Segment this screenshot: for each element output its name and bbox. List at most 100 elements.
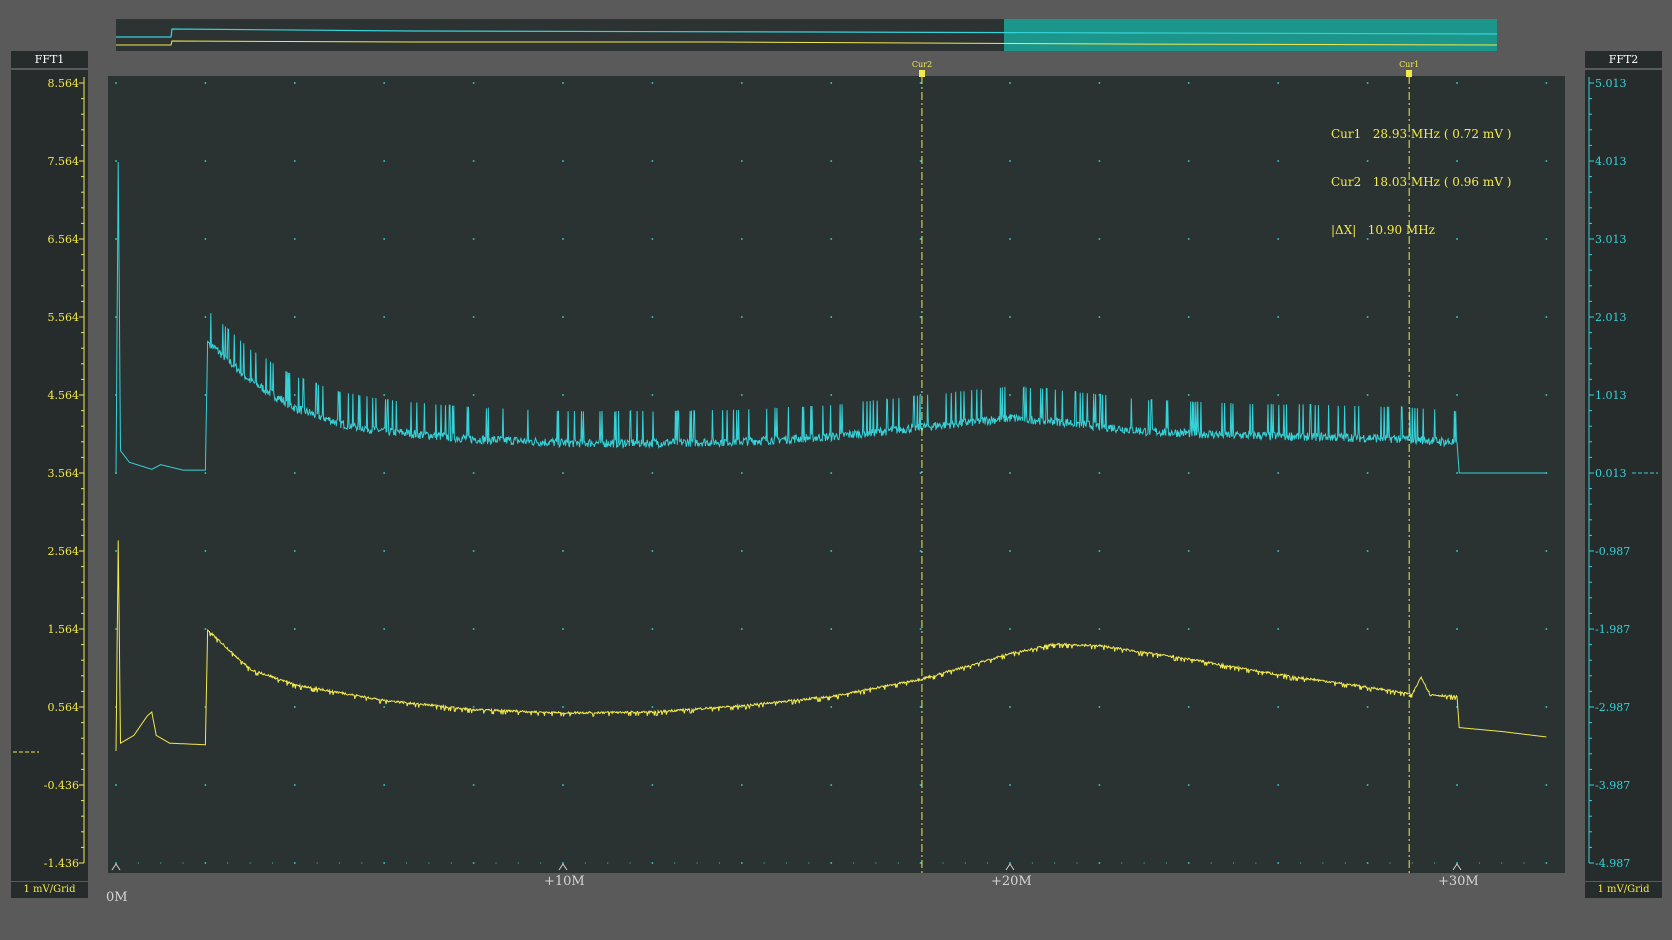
grid-dot [1277,82,1280,84]
grid-dot [830,82,833,84]
grid-dot [1009,628,1011,630]
grid-dot [293,238,296,240]
delta-x-value: 10.90 MHz [1367,223,1435,237]
grid-dot [1344,862,1346,864]
grid-dot [1545,238,1548,240]
cur2-cursor-handle[interactable] [918,70,925,77]
grid-dot [562,238,564,240]
grid-dot [293,394,296,396]
axis-tick-label: 5.013 [1595,77,1627,90]
grid-dot [1456,82,1458,84]
grid-dot [1121,862,1123,864]
delta-x-name: |ΔX| [1331,223,1357,237]
grid-dot [740,238,743,240]
axis-tick-label: -0.987 [1595,545,1630,558]
grid-dot [1366,628,1369,630]
grid-dot [1545,706,1548,708]
axis-tick-label: -4.987 [1595,857,1630,870]
grid-dot [338,862,341,864]
overview-visible-window[interactable] [1004,19,1497,51]
grid-dot [249,862,251,864]
grid-dot [204,472,207,474]
grid-dot [1098,82,1101,84]
grid-dot [562,160,564,162]
grid-dot [1187,706,1190,708]
grid-dot [293,472,296,474]
grid-dot [740,628,743,630]
grid-dot [472,784,475,786]
grid-dot [204,82,207,84]
grid-dot [1523,862,1525,864]
grid-dot [651,316,654,318]
axis-tick-label: -1.436 [44,857,79,870]
grid-dot [651,82,654,84]
grid-dot [1098,550,1101,552]
grid-dot [629,862,631,864]
grid-dot [674,862,676,864]
cur2-cursor-tag[interactable]: Cur2 [910,60,934,69]
fft1-scale-label[interactable]: 1 mV/Grid [11,882,88,898]
grid-dot [472,316,475,318]
grid-dot [740,316,743,318]
fft1-axis-panel: 8.564 7.564 6.564 5.564 4.564 3.564 2.564 1.564… [11,70,88,881]
grid-dot [1434,862,1436,864]
cur2-value: ( 0.96 mV ) [1443,175,1512,189]
grid-dot [1009,784,1011,786]
x-label-30m: +30M [1438,874,1479,889]
grid-dot [1232,862,1235,864]
grid-dot [830,784,833,786]
grid-dot [562,706,564,708]
grid-dot [919,238,922,240]
grid-dot [316,862,318,864]
axis-tick-label: 0.564 [48,701,80,714]
grid-dot [137,862,139,864]
grid-dot [204,862,206,864]
grid-dot [1165,862,1168,864]
grid-dot [472,82,475,84]
cur1-cursor-tag[interactable]: Cur1 [1397,60,1421,69]
grid-dot [383,316,386,318]
grid-dot [1098,316,1101,318]
grid-dot [1545,394,1548,396]
grid-dot [1366,82,1369,84]
grid-dot [1545,862,1547,864]
grid-dot [1009,394,1011,396]
cur2-name: Cur2 [1331,175,1362,189]
axis-tick-label: 6.564 [48,233,80,246]
grid-dot [1456,316,1458,318]
grid-dot [1187,160,1190,162]
fft1-channel-title[interactable]: FFT1 [11,51,88,68]
grid-dot [383,472,386,474]
grid-dot [1277,784,1280,786]
grid-dot [428,862,430,864]
grid-dot [1277,628,1280,630]
grid-dot [741,862,743,864]
grid-dot [1277,316,1280,318]
grid-dot [651,394,654,396]
grid-dot [293,82,296,84]
grid-dot [919,160,922,162]
grid-dot [897,862,899,864]
fft2-scale-label[interactable]: 1 mV/Grid [1585,882,1662,898]
grid-dot [830,394,833,396]
grid-dot [383,394,386,396]
grid-dot [383,160,386,162]
fft2-channel-title[interactable]: FFT2 [1585,51,1662,68]
overview-strip[interactable] [116,19,1498,51]
grid-dot [115,238,117,240]
x-tick-marker [558,863,568,871]
cur1-cursor-handle[interactable] [1406,70,1413,77]
grid-dot [1098,472,1101,474]
fft2-axis-panel: 5.013 4.013 3.013 2.013 1.013 0.013 -0.987 -1.9… [1585,70,1662,881]
grid-dot [204,316,207,318]
x-label-0m: 0M [106,890,128,905]
grid-dot [830,706,833,708]
grid-dot [1456,472,1458,474]
x-tick-marker [1005,863,1015,871]
grid-dot [540,862,542,864]
grid-dot [740,160,743,162]
grid-dot [942,862,944,864]
grid-dot [740,550,743,552]
grid-dot [919,316,922,318]
grid-dot [1009,238,1011,240]
